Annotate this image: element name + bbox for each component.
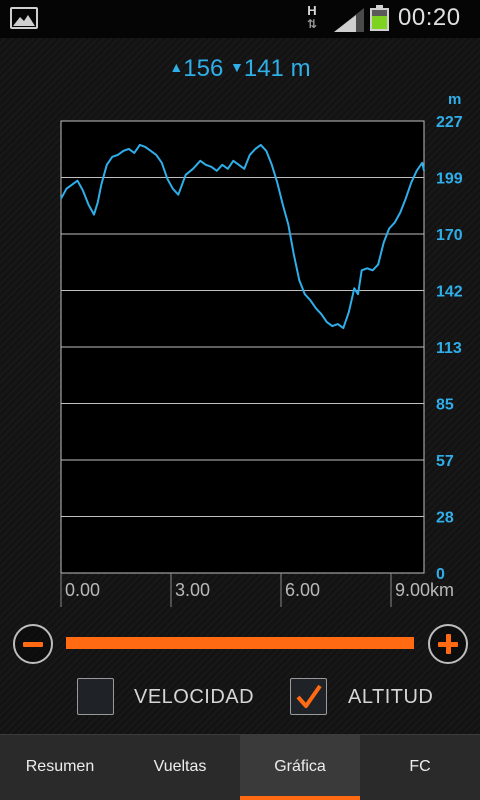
x-tick-label: 6.00 — [285, 580, 320, 600]
velocity-label[interactable]: VELOCIDAD — [134, 686, 254, 709]
descent-value: 141 — [243, 55, 284, 82]
altitude-line — [60, 143, 425, 330]
elevation-unit: m — [290, 55, 311, 82]
tab-fc[interactable]: FC — [360, 735, 480, 800]
velocity-checkbox[interactable] — [77, 678, 114, 715]
plot-background — [60, 120, 425, 574]
clock: 00:20 — [398, 4, 461, 31]
zoom-in-button[interactable] — [428, 624, 468, 664]
y-axis-label: m — [448, 91, 462, 108]
status-bar: H ⇅ 00:20 — [0, 0, 480, 38]
battery-icon — [370, 5, 389, 31]
gallery-notification-icon — [10, 7, 38, 29]
tab-resumen[interactable]: Resumen — [0, 735, 120, 800]
signal-icon — [334, 8, 364, 32]
checkmark-icon — [296, 684, 322, 708]
x-tick-label: 3.00 — [175, 580, 210, 600]
tab-grafica[interactable]: Gráfica — [240, 735, 360, 800]
altitude-chart[interactable]: 227 199 170 142 113 85 57 28 0 0.00 3.00 6.00 9.00km — [0, 0, 480, 620]
y-tick-label: 142 — [436, 284, 463, 301]
ascent-value: 156 — [183, 55, 224, 82]
descent-icon: ▼ — [230, 59, 244, 75]
tab-vueltas[interactable]: Vueltas — [120, 735, 240, 800]
x-tick-label: 9.00km — [395, 580, 454, 600]
plus-icon — [446, 634, 451, 654]
y-tick-label: 199 — [436, 171, 463, 188]
y-tick-label: 170 — [436, 227, 463, 244]
ascent-icon: ▲ — [169, 59, 184, 75]
y-tick-label: 227 — [436, 114, 463, 131]
y-tick-label: 57 — [436, 453, 454, 470]
network-type-label: H — [307, 3, 317, 18]
zoom-slider[interactable] — [66, 637, 414, 649]
data-transfer-icon: H ⇅ — [306, 3, 318, 31]
y-tick-label: 28 — [436, 510, 454, 527]
tab-bar: Resumen Vueltas Gráfica FC — [0, 734, 480, 800]
x-tick-label: 0.00 — [65, 580, 100, 600]
altitude-checkbox[interactable] — [290, 678, 327, 715]
y-tick-label: 113 — [436, 340, 462, 357]
y-tick-label: 0 — [436, 566, 445, 583]
zoom-out-button[interactable] — [13, 624, 53, 664]
altitude-label[interactable]: ALTITUD — [348, 686, 433, 709]
elevation-summary: ▲156 ▼141 m — [0, 55, 480, 83]
y-tick-label: 85 — [436, 397, 454, 414]
minus-icon — [23, 642, 43, 647]
